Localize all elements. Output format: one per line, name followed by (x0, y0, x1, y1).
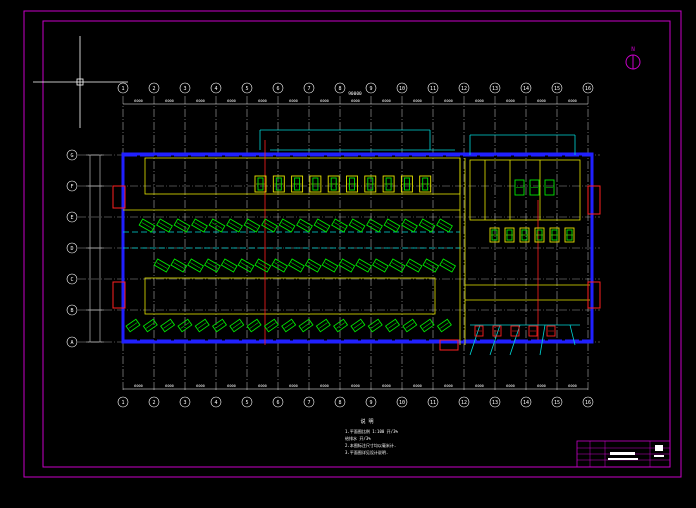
column-axis-label: 16 (585, 86, 591, 92)
column-axis-label: 8 (338, 86, 341, 92)
dimension-text: 6000 (320, 384, 329, 388)
column-axis-label: 12 (461, 86, 467, 92)
cad-drawing-canvas: N 1 1 2 2 3 3 4 4 5 5 6 6 7 7 8 8 9 9 10 10 11 11 12 12 13 13 14 14… (0, 0, 696, 508)
dimension-text: 6000 (506, 384, 515, 388)
column-axis-label: 9 (369, 400, 372, 406)
crosshair-cursor (33, 36, 128, 128)
dimension-text: 6000 (289, 99, 298, 103)
floor-plan-drawing: N 11223344556677889910101111121213131414… (23, 10, 682, 478)
column-axis-label: 5 (245, 400, 248, 406)
dimension-text: 6000 (537, 99, 546, 103)
dimension-text: 6000 (196, 384, 205, 388)
column-axis-label: 1 (121, 86, 124, 92)
row-axis-label: F (70, 184, 73, 190)
dimension-text: 6000 (320, 99, 329, 103)
dimension-text: 6000 (444, 99, 453, 103)
column-axis-label: 2 (152, 86, 155, 92)
column-axis-label: 11 (430, 400, 436, 406)
note-line-3: 2.本图标注尺寸均以毫米计. (345, 442, 396, 448)
column-axis-label: 13 (492, 86, 498, 92)
dimension-text: 6000 (165, 384, 174, 388)
column-axis-label: 11 (430, 86, 436, 92)
interior-partitions (123, 140, 590, 345)
dimension-text: 6000 (289, 384, 298, 388)
dimension-text: 6000 (537, 384, 546, 388)
inner-frame (42, 20, 671, 468)
dimension-text: 6000 (258, 99, 267, 103)
row-axis-label: C (70, 277, 73, 283)
note-line-4: 3.平面图详见设计说明. (345, 449, 388, 455)
dimension-text: 6000 (568, 384, 577, 388)
dimension-text: 6000 (134, 99, 143, 103)
dimension-text: 6000 (196, 99, 205, 103)
row-axis-label: A (70, 340, 73, 346)
column-axis-label: 9 (369, 86, 372, 92)
column-axis-label: 6 (276, 400, 279, 406)
notes-block: 1.平面图比例 1:100 开/3% 给排水 开/3% 2.本图标注尺寸均以毫米… (345, 428, 398, 455)
column-axis-label: 14 (523, 400, 529, 406)
column-axis-label: 10 (399, 86, 405, 92)
plumbing-fixtures (125, 175, 575, 337)
column-axis-label: 15 (554, 86, 560, 92)
north-arrow-icon: N (625, 46, 641, 70)
dimension-text: 6000 (475, 384, 484, 388)
column-axis-label: 3 (183, 86, 186, 92)
notes-title: 说 明 (360, 418, 373, 425)
row-axis-label: D (70, 246, 73, 252)
column-axis-label: 7 (307, 86, 310, 92)
column-axis-label: 6 (276, 86, 279, 92)
column-axis-label: 12 (461, 400, 467, 406)
dimension-text: 6000 (227, 99, 236, 103)
north-symbol-label: N (631, 46, 635, 53)
overall-dimension: 90000 (348, 91, 362, 97)
dimension-text: 6000 (382, 384, 391, 388)
column-axis-label: 4 (214, 86, 217, 92)
row-axis-label: E (70, 215, 73, 221)
dimension-text: 6000 (382, 99, 391, 103)
column-axis-label: 2 (152, 400, 155, 406)
title-block (576, 440, 671, 468)
dimension-text: 6000 (258, 384, 267, 388)
column-axis-label: 5 (245, 86, 248, 92)
bottom-dimensions: 6000 6000 6000 6000 6000 6000 6000 6000 6000 6000… (123, 384, 588, 390)
top-dimensions: 6000 6000 6000 6000 6000 6000 6000 6000 6000 6000… (123, 99, 588, 105)
dimension-text: 6000 (568, 99, 577, 103)
note-line-2: 给排水 开/3% (345, 435, 371, 441)
column-axis-label: 4 (214, 400, 217, 406)
left-dimension-chain (86, 154, 104, 343)
column-axis-label: 13 (492, 400, 498, 406)
piping-lines (123, 129, 580, 356)
dimension-text: 6000 (413, 99, 422, 103)
dimension-text: 6000 (351, 99, 360, 103)
column-axis-label: 1 (121, 400, 124, 406)
column-axis-label: 3 (183, 400, 186, 406)
dimension-text: 6000 (351, 384, 360, 388)
dimension-text: 6000 (227, 384, 236, 388)
column-axis-label: 16 (585, 400, 591, 406)
column-axes: 1122334455667788991010111112121313141415… (117, 82, 594, 408)
column-axis-label: 8 (338, 400, 341, 406)
column-axis-label: 14 (523, 86, 529, 92)
note-line-1: 1.平面图比例 1:100 开/3% (345, 428, 398, 434)
column-axis-label: 7 (307, 400, 310, 406)
dimension-text: 6000 (444, 384, 453, 388)
row-axis-label: B (70, 308, 73, 314)
dimension-text: 6000 (413, 384, 422, 388)
dimension-text: 6000 (134, 384, 143, 388)
dimension-text: 6000 (506, 99, 515, 103)
column-axis-label: 15 (554, 400, 560, 406)
row-axis-label: G (70, 153, 73, 159)
dimension-text: 6000 (165, 99, 174, 103)
column-axis-label: 10 (399, 400, 405, 406)
dimension-text: 6000 (475, 99, 484, 103)
